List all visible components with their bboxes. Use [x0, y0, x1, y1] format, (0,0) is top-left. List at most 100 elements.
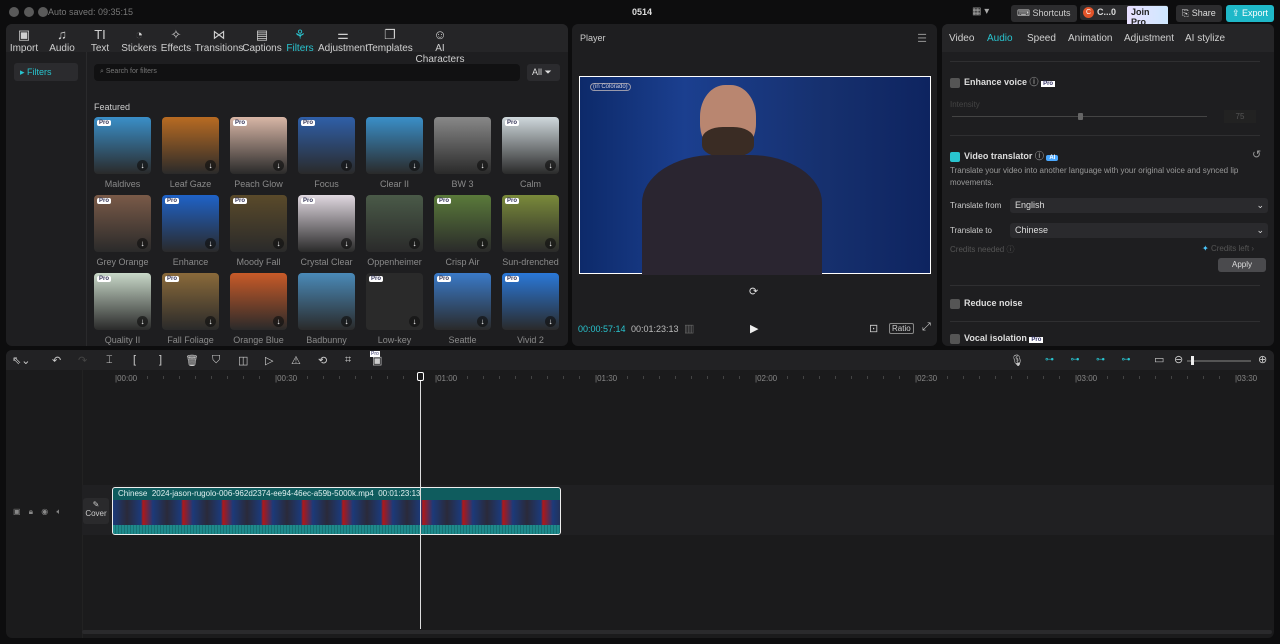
speaker-icon[interactable]: 🔈︎	[57, 507, 62, 516]
microphone-icon[interactable]: 🎙	[1010, 354, 1024, 367]
filter-item[interactable]: ↓ BW 3	[434, 117, 491, 189]
download-icon[interactable]: ↓	[477, 238, 488, 249]
inspector-tab-audio[interactable]: Audio	[987, 33, 1013, 44]
download-icon[interactable]: ↓	[205, 238, 216, 249]
download-icon[interactable]: ↓	[137, 238, 148, 249]
video-preview[interactable]: (in Colorado)	[579, 76, 931, 275]
filter-item[interactable]: ↓ Orange Blue	[230, 273, 287, 345]
redo-icon[interactable]: ↷	[78, 354, 87, 367]
tab-ai-characters[interactable]: ☺ AI Characters	[410, 27, 470, 65]
split-right-icon[interactable]: ]	[159, 354, 162, 366]
filter-item[interactable]: Pro ↓ Sun-drenched	[502, 195, 559, 267]
reset-icon[interactable]: ↺	[1252, 148, 1261, 161]
filter-item[interactable]: Pro ↓ Low-key	[366, 273, 423, 345]
download-icon[interactable]: ↓	[409, 238, 420, 249]
filter-item[interactable]: Pro ↓ Quality II	[94, 273, 151, 345]
download-icon[interactable]: ↓	[341, 238, 352, 249]
layout-icon[interactable]: ▦ ▾	[972, 6, 989, 17]
intensity-slider[interactable]	[952, 113, 1207, 120]
minimize-window-button[interactable]	[24, 7, 34, 17]
slider-handle[interactable]	[1078, 113, 1084, 120]
filter-item[interactable]: Pro ↓ Grey Orange	[94, 195, 151, 267]
filter-item[interactable]: Pro ↓ Maldives	[94, 117, 151, 189]
video-translator-toggle[interactable]: Video translator ⓘ AI	[950, 149, 1059, 162]
zoom-out-icon[interactable]: ⊖	[1174, 353, 1183, 366]
download-icon[interactable]: ↓	[341, 316, 352, 327]
filter-item[interactable]: ↓ Clear II	[366, 117, 423, 189]
marker-icon[interactable]: ⛉	[212, 354, 220, 367]
intensity-input[interactable]: 75	[1224, 110, 1256, 123]
zoom-slider[interactable]	[1187, 356, 1251, 365]
download-icon[interactable]: ↓	[205, 316, 216, 327]
download-icon[interactable]: ↓	[545, 238, 556, 249]
zoom-slider-handle[interactable]	[1191, 356, 1194, 365]
translate-to-select[interactable]: Chinese ⌄	[1010, 223, 1268, 238]
filter-item[interactable]: Pro ↓ Vivid 2	[502, 273, 559, 345]
video-clip[interactable]: Chinese 2024-jason-rugolo-006-962d2374-e…	[112, 487, 561, 535]
download-icon[interactable]: ↓	[137, 160, 148, 171]
filter-item[interactable]: Pro ↓ Moody Fall	[230, 195, 287, 267]
split-icon[interactable]: ⌶	[106, 354, 113, 367]
fit-screen-icon[interactable]: ⊡	[869, 322, 878, 335]
filter-item[interactable]: ↓ Leaf Gaze	[162, 117, 219, 189]
enhance-voice-checkbox[interactable]	[950, 77, 960, 88]
export-button[interactable]: ⇪ Export	[1226, 5, 1275, 22]
download-icon[interactable]: ↓	[273, 316, 284, 327]
track-controls[interactable]: ▣ 🔒︎ ◉ 🔈︎	[13, 507, 61, 517]
filter-item[interactable]: ↓ Badbunny	[298, 273, 355, 345]
download-icon[interactable]: ↓	[341, 160, 352, 171]
timeline-view-icon[interactable]: ▥	[684, 322, 694, 335]
split-left-icon[interactable]: [	[133, 354, 136, 366]
filter-item[interactable]: Pro ↓ Fall Foliage	[162, 273, 219, 345]
speed-icon[interactable]: ▷	[265, 354, 273, 367]
fullscreen-icon[interactable]: ⤢	[922, 321, 931, 334]
undo-icon[interactable]: ↶	[52, 354, 61, 367]
download-icon[interactable]: ↓	[273, 160, 284, 171]
reduce-noise-toggle[interactable]: Reduce noise	[950, 298, 1023, 309]
video-translator-checkbox[interactable]	[950, 151, 960, 162]
download-icon[interactable]: ↓	[545, 316, 556, 327]
vocal-isolation-checkbox[interactable]	[950, 333, 960, 344]
cover-button[interactable]: ✎ Cover	[83, 498, 109, 524]
select-tool-icon[interactable]: ⇖⌄	[12, 354, 30, 367]
filter-item[interactable]: Pro ↓ Seattle	[434, 273, 491, 345]
apply-button[interactable]: Apply	[1218, 258, 1266, 272]
inspector-tab-adjustment[interactable]: Adjustment	[1124, 33, 1174, 44]
filter-item[interactable]: ↓ Oppenheimer	[366, 195, 423, 267]
search-input[interactable]: ⌕ Search for filters	[94, 64, 520, 81]
account-button[interactable]: C C...0 Join Pro	[1080, 5, 1168, 28]
sidebar-item-filters[interactable]: ▸ Filters	[14, 63, 78, 81]
filter-item[interactable]: Pro ↓ Peach Glow	[230, 117, 287, 189]
download-icon[interactable]: ↓	[409, 316, 420, 327]
filter-all-dropdown[interactable]: All ⏷	[527, 64, 560, 81]
ratio-button[interactable]: Ratio	[889, 323, 914, 334]
filter-item[interactable]: Pro ↓ Focus	[298, 117, 355, 189]
download-icon[interactable]: ↓	[545, 160, 556, 171]
translate-from-select[interactable]: English ⌄	[1010, 198, 1268, 213]
shortcuts-button[interactable]: ⌨ Shortcuts	[1011, 5, 1077, 22]
inspector-tab-video[interactable]: Video	[949, 33, 974, 44]
horizontal-scrollbar[interactable]	[82, 630, 1272, 634]
zoom-in-icon[interactable]: ⊕	[1258, 353, 1267, 366]
playhead[interactable]	[417, 372, 424, 629]
filter-item[interactable]: Pro ↓ Calm	[502, 117, 559, 189]
inspector-tab-speed[interactable]: Speed	[1027, 33, 1056, 44]
track-thumbnail-icon[interactable]: ▣	[13, 507, 21, 516]
download-icon[interactable]: ↓	[409, 160, 420, 171]
enhance-voice-toggle[interactable]: Enhance voice ⓘ Pro	[950, 75, 1056, 88]
crop-icon[interactable]: ⌗	[345, 354, 351, 367]
download-icon[interactable]: ↓	[137, 316, 148, 327]
reduce-noise-checkbox[interactable]	[950, 298, 960, 309]
tab-templates[interactable]: ❐ Templates	[365, 27, 415, 54]
vocal-isolation-toggle[interactable]: Vocal isolation Pro	[950, 333, 1044, 344]
filter-item[interactable]: Pro ↓ Crisp Air	[434, 195, 491, 267]
rotate-icon[interactable]: ⟳	[749, 285, 758, 298]
filter-item[interactable]: Pro ↓ Enhance	[162, 195, 219, 267]
playhead-handle[interactable]	[417, 372, 424, 381]
mirror-icon[interactable]: ⚠	[291, 354, 301, 367]
delete-icon[interactable]: 🗑︎	[185, 354, 199, 367]
download-icon[interactable]: ↓	[477, 160, 488, 171]
snap-toggle-icons[interactable]: ⊶ ⊶ ⊶ ⊶	[1045, 354, 1131, 365]
tab-adjustment[interactable]: ⚌ Adjustment	[318, 27, 368, 54]
play-button[interactable]: ▶	[750, 322, 758, 335]
